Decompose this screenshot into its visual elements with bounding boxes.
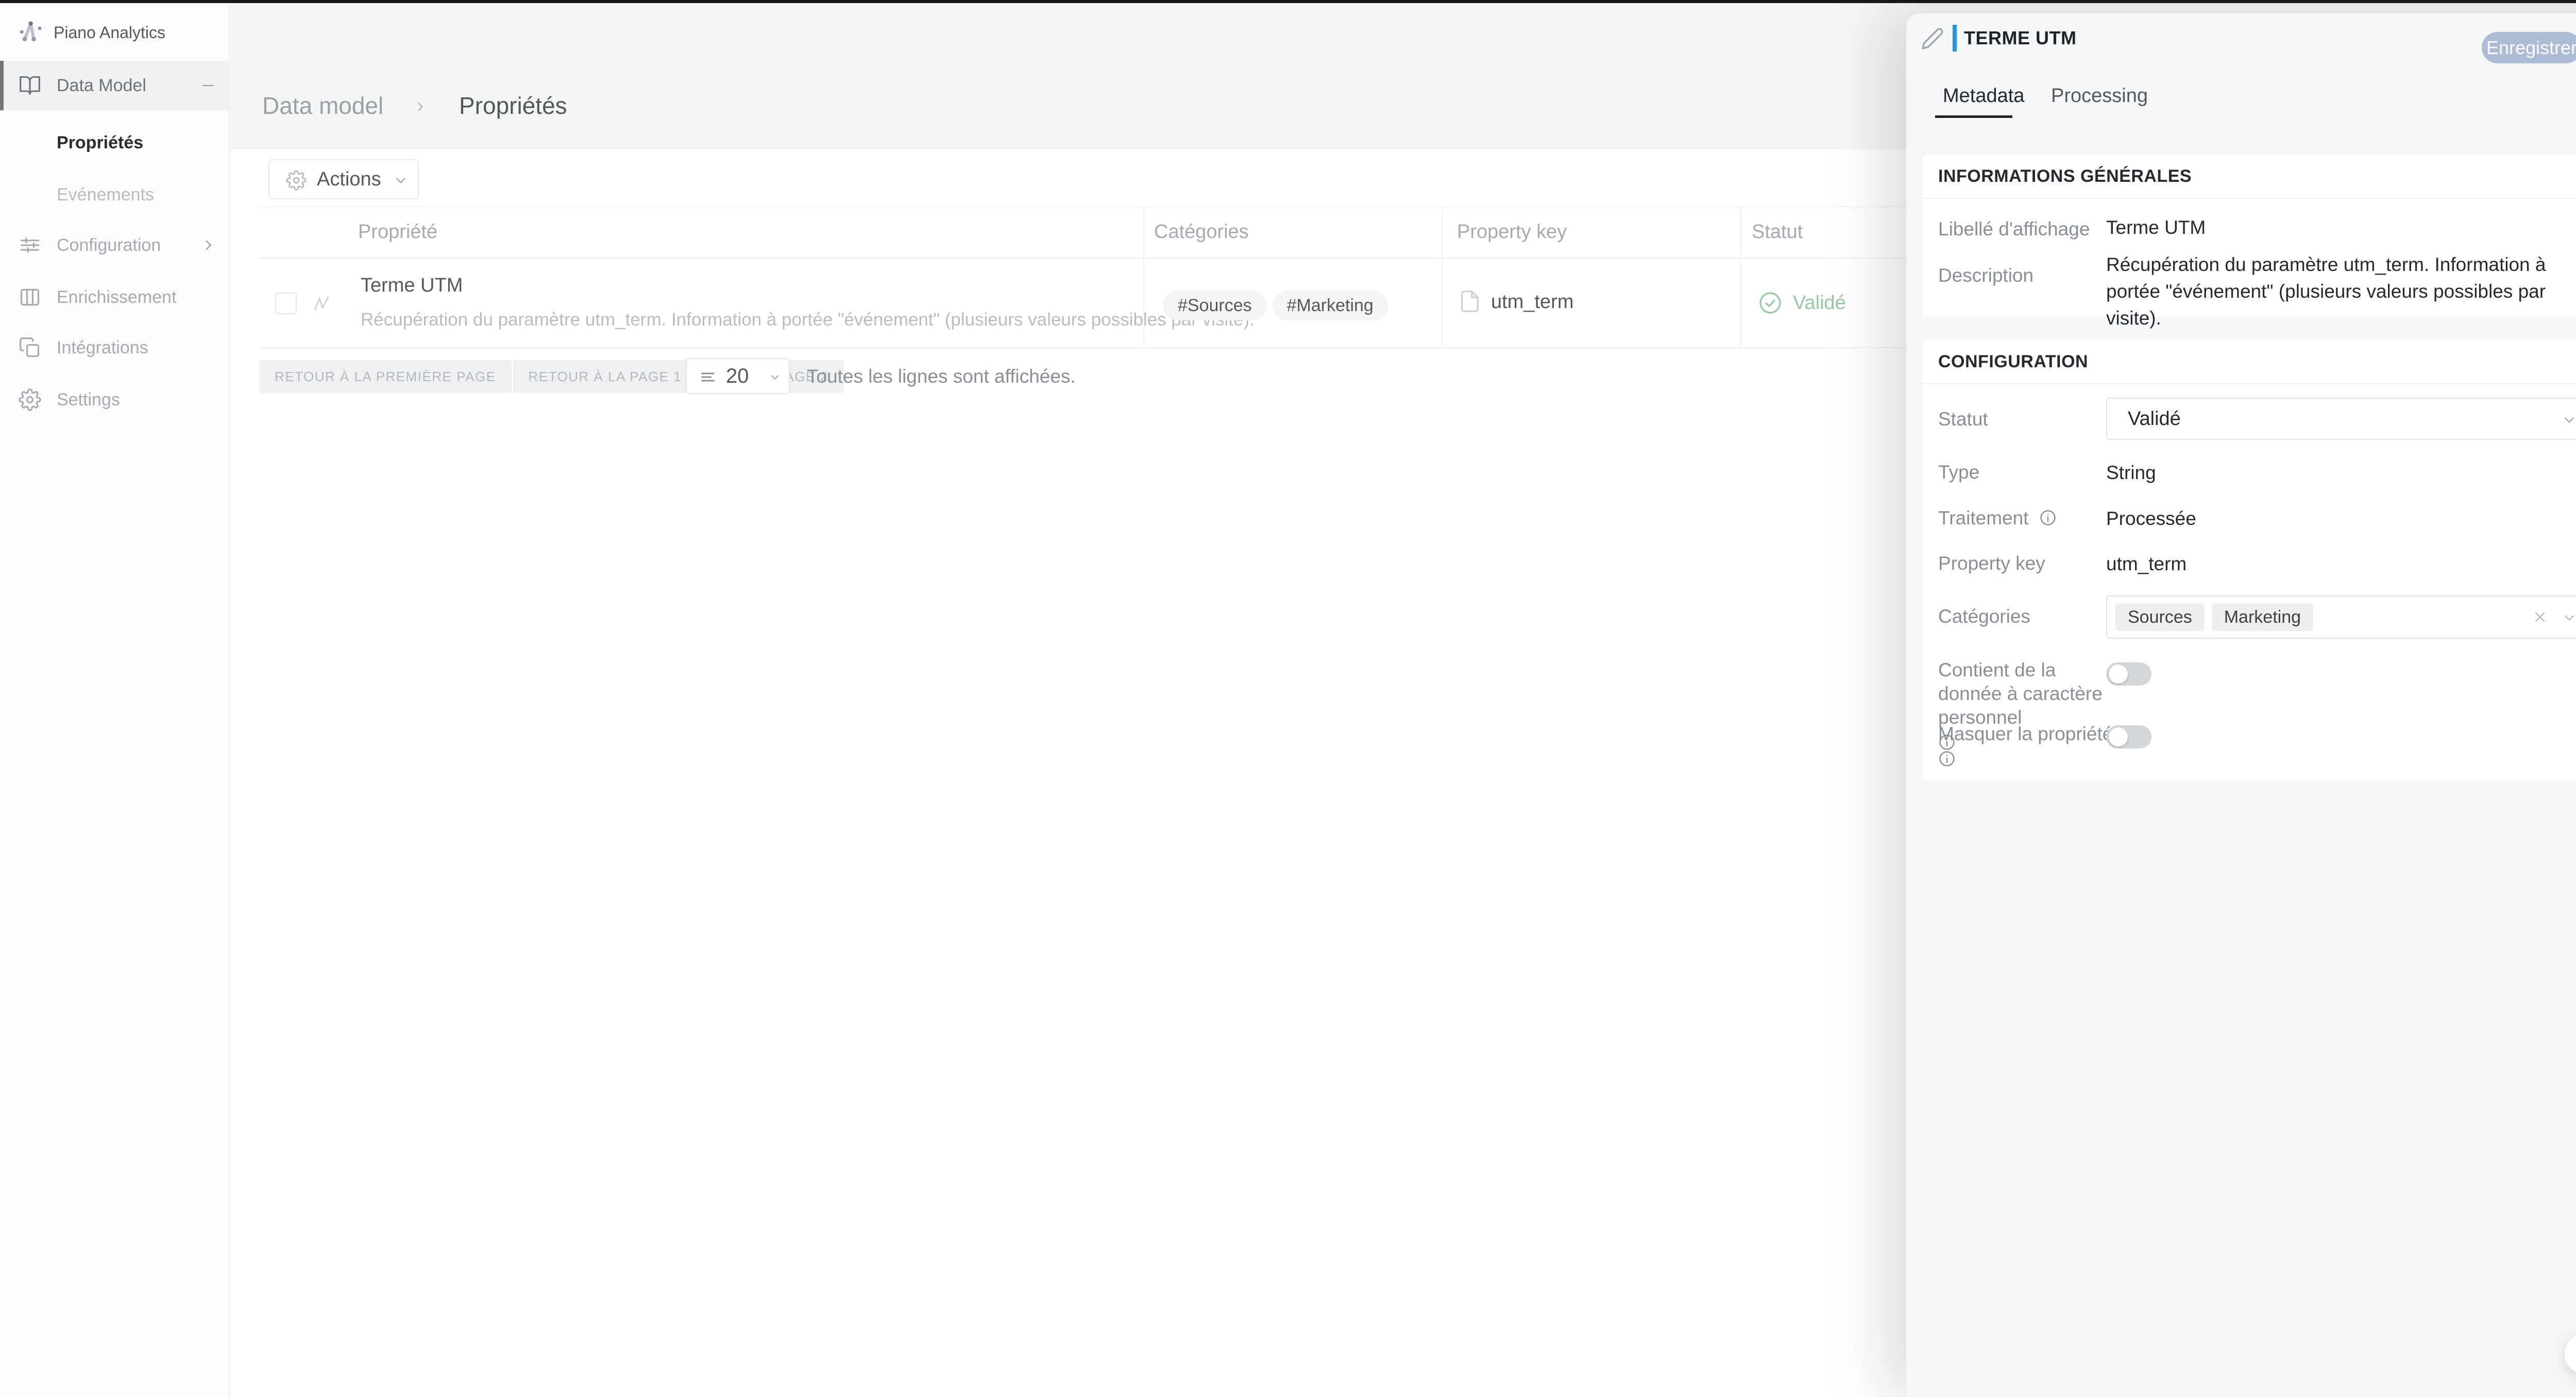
section-divider: [1923, 198, 2576, 199]
sidebar-item-label: Intégrations: [57, 323, 148, 372]
column-divider: [1740, 206, 1741, 348]
section-title: CONFIGURATION: [1938, 340, 2088, 383]
sidebar-item-label: Settings: [57, 375, 120, 424]
chevron-down-icon[interactable]: [2563, 611, 2576, 624]
property-detail-panel: TERME UTM Enregistrer Metadata Processin…: [1906, 13, 2576, 1397]
sidebar-item-label: Configuration: [57, 220, 161, 270]
row-checkbox[interactable]: [275, 293, 297, 314]
breadcrumb-separator: ›: [417, 90, 423, 121]
chevron-down-icon: [769, 371, 781, 383]
sidebar-item-evenements[interactable]: Evénements: [0, 170, 229, 219]
app-screen: Piano Analytics Data Model Propriétés Ev…: [0, 0, 2576, 1397]
info-icon[interactable]: [1938, 750, 1956, 768]
display-label-value: Terme UTM: [2106, 214, 2206, 241]
sidebar-item-enrichissement[interactable]: Enrichissement: [0, 272, 229, 322]
info-icon[interactable]: [2039, 509, 2057, 526]
chevron-right-icon: [201, 238, 215, 252]
chevron-down-icon: [394, 174, 408, 187]
tab-processing[interactable]: Processing: [2051, 77, 2148, 114]
sidebar-item-configuration[interactable]: Configuration: [0, 220, 229, 270]
sidebar-item-label: Propriétés: [57, 118, 143, 167]
category-tag: #Marketing: [1273, 291, 1388, 320]
personal-data-toggle[interactable]: [2106, 662, 2151, 686]
categories-label: Catégories: [1938, 605, 2030, 628]
sidebar-item-label: Evénements: [57, 170, 154, 219]
clear-icon[interactable]: [2533, 610, 2547, 624]
categories-multiselect[interactable]: Sources Marketing: [2106, 595, 2576, 639]
column-divider: [1442, 206, 1443, 348]
category-tags: #Sources #Marketing: [1163, 291, 1388, 320]
chevron-down-icon: [2563, 413, 2576, 427]
save-button[interactable]: Enregistrer: [2482, 32, 2576, 63]
breadcrumb-parent[interactable]: Data model: [262, 90, 383, 121]
go-page-1-button[interactable]: RETOUR À LA PAGE 1: [513, 360, 698, 393]
pagination-summary: Toutes les lignes sont affichées.: [807, 360, 1076, 393]
property-key-value: utm_term: [1491, 289, 1573, 314]
statut-select-value: Validé: [2128, 399, 2181, 439]
description-value: Récupération du paramètre utm_term. Info…: [2106, 251, 2576, 332]
status-badge: Validé: [1793, 291, 1846, 315]
property-key-label: Property key: [1938, 552, 2045, 575]
sidebar-item-integrations[interactable]: Intégrations: [0, 323, 229, 372]
piano-analytics-logo-icon: [18, 18, 46, 46]
top-hairline: [0, 0, 2576, 3]
informations-generales-card: INFORMATIONS GÉNÉRALES Libellé d'afficha…: [1923, 155, 2576, 316]
copy-icon: [19, 336, 41, 359]
pencil-icon[interactable]: [1921, 27, 1944, 50]
description-label: Description: [1938, 264, 2033, 287]
column-header-statut: Statut: [1752, 206, 1803, 258]
columns-icon: [19, 286, 41, 309]
traitement-label: Traitement: [1938, 506, 2057, 530]
section-title: INFORMATIONS GÉNÉRALES: [1938, 155, 2192, 198]
property-key-value: utm_term: [2106, 551, 2187, 577]
column-header-property-key: Property key: [1457, 206, 1567, 258]
display-label-label: Libellé d'affichage: [1938, 217, 2090, 241]
statut-select[interactable]: Validé: [2106, 398, 2576, 440]
edit-caret: [1953, 25, 1957, 52]
property-title[interactable]: Terme UTM: [361, 275, 463, 297]
rocket-fab-button[interactable]: [2565, 1333, 2576, 1374]
sidebar-item-label: Data Model: [57, 61, 146, 110]
processed-property-icon: [310, 293, 333, 315]
sidebar: Piano Analytics Data Model Propriétés Ev…: [0, 3, 230, 1397]
collapse-minus-icon[interactable]: [201, 78, 215, 93]
column-header-categories: Catégories: [1154, 206, 1249, 258]
check-circle-icon: [1758, 291, 1783, 315]
type-value: String: [2106, 459, 2156, 486]
panel-title[interactable]: TERME UTM: [1964, 13, 2076, 63]
page-title: Propriétés: [459, 90, 567, 121]
sidebar-item-data-model[interactable]: Data Model: [0, 61, 229, 110]
selected-categories: Sources Marketing: [2115, 603, 2313, 631]
hide-property-label: Masquer la propriété: [1938, 722, 2113, 771]
go-first-page-button[interactable]: RETOUR À LA PREMIÈRE PAGE: [259, 360, 512, 393]
statut-label: Statut: [1938, 407, 1988, 431]
gear-icon: [19, 388, 41, 411]
hide-property-toggle[interactable]: [2106, 725, 2151, 748]
category-tag: #Sources: [1163, 291, 1266, 320]
page-size-select[interactable]: 20: [686, 358, 790, 394]
brand-name: Piano Analytics: [54, 14, 165, 50]
category-chip[interactable]: Marketing: [2212, 603, 2313, 631]
sidebar-item-settings[interactable]: Settings: [0, 375, 229, 424]
section-divider: [1923, 383, 2576, 384]
file-icon: [1458, 289, 1482, 313]
category-chip[interactable]: Sources: [2115, 603, 2205, 631]
traitement-value: Processée: [2106, 505, 2196, 532]
gear-icon: [286, 170, 307, 191]
brand[interactable]: Piano Analytics: [0, 14, 229, 50]
tab-metadata[interactable]: Metadata: [1943, 77, 2024, 114]
sidebar-item-proprietes[interactable]: Propriétés: [0, 118, 229, 167]
book-open-icon: [19, 74, 41, 97]
active-tab-underline: [1935, 115, 2012, 118]
property-description: Récupération du paramètre utm_term. Info…: [361, 310, 1255, 330]
column-header-propriete: Propriété: [358, 206, 437, 258]
sidebar-item-label: Enrichissement: [57, 272, 176, 322]
list-icon: [699, 368, 717, 386]
actions-button[interactable]: Actions: [268, 159, 419, 199]
actions-button-label: Actions: [317, 160, 381, 198]
page-size-value: 20: [726, 359, 749, 393]
sliders-icon: [19, 234, 41, 257]
type-label: Type: [1938, 461, 1979, 484]
configuration-card: CONFIGURATION Statut Validé Type String …: [1923, 340, 2576, 781]
